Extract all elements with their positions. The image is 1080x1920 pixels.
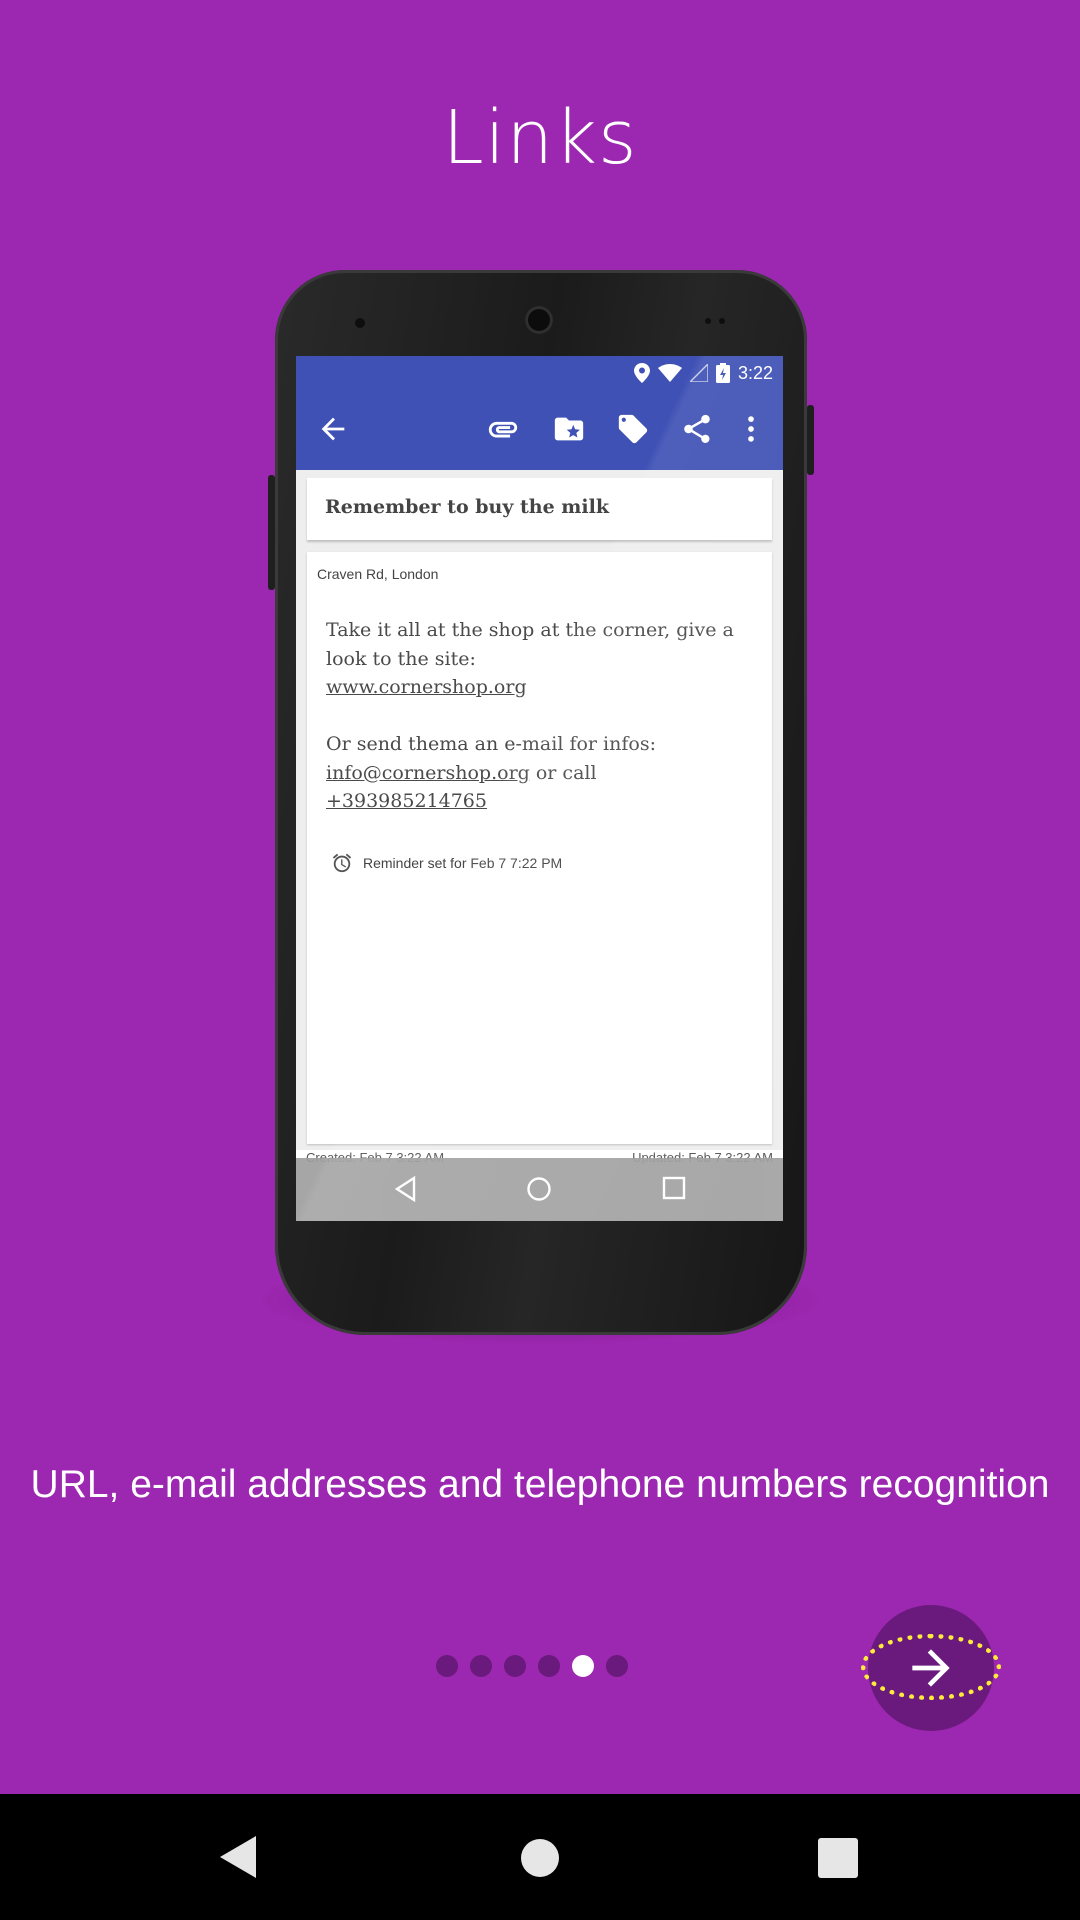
phone-back-icon[interactable] [394, 1176, 418, 1202]
page-dot[interactable] [436, 1655, 458, 1677]
note-phone-link[interactable]: +393985214765 [326, 790, 487, 812]
phone-sensor [355, 318, 365, 328]
reminder-text: Reminder set for Feb 7 7:22 PM [363, 855, 563, 871]
recents-icon[interactable] [818, 1838, 858, 1878]
phone-app-bar [296, 390, 783, 470]
back-arrow-icon[interactable] [316, 412, 350, 446]
page-dot[interactable] [504, 1655, 526, 1677]
note-title: Remember to buy the milk [325, 496, 609, 518]
phone-sensor-right-2 [719, 318, 725, 324]
arrow-forward-icon [912, 1649, 950, 1687]
system-nav-bar [0, 1794, 1080, 1920]
phone-home-icon[interactable] [526, 1176, 552, 1202]
note-body: Take it all at the shop at the corner, g… [326, 616, 766, 816]
page-indicator [436, 1655, 628, 1677]
note-body-line1: Take it all at the shop at the corner, g… [326, 619, 734, 670]
note-url-link[interactable]: www.cornershop.org [326, 676, 527, 698]
page-dot-active[interactable] [572, 1655, 594, 1677]
phone-front-camera [525, 306, 553, 334]
page-dot[interactable] [470, 1655, 492, 1677]
page-title: Links [442, 95, 638, 181]
home-icon[interactable] [520, 1838, 560, 1878]
phone-sensor-right [705, 318, 711, 324]
page-dot[interactable] [538, 1655, 560, 1677]
status-time: 3:22 [737, 362, 773, 383]
phone-mockup: 3:22 Remember to buy the milk Craven Rd,… [268, 270, 814, 1335]
more-vert-icon[interactable] [734, 412, 768, 446]
note-or-call: or call [529, 761, 597, 784]
note-reminder[interactable]: Reminder set for Feb 7 7:22 PM [331, 852, 562, 874]
note-body-line2: Or send thema an e-mail for infos: [326, 733, 656, 755]
note-location: Craven Rd, London [317, 566, 439, 582]
battery-charging-icon [715, 363, 730, 383]
phone-power-button [807, 405, 814, 475]
paperclip-icon[interactable] [486, 412, 520, 446]
tag-icon[interactable] [616, 412, 650, 446]
wifi-icon [657, 364, 682, 382]
signal-icon [689, 364, 708, 382]
note-body-card[interactable]: Craven Rd, London Take it all at the sho… [307, 552, 772, 1144]
phone-volume-button [268, 475, 275, 590]
page-caption: URL, e-mail addresses and telephone numb… [30, 1463, 1050, 1506]
phone-screen: 3:22 Remember to buy the milk Craven Rd,… [296, 356, 783, 1221]
note-email-link[interactable]: info@cornershop.org [326, 762, 530, 784]
alarm-icon [332, 853, 352, 873]
folder-star-icon[interactable] [552, 412, 586, 446]
phone-nav-bar [296, 1158, 783, 1221]
next-button[interactable] [861, 1605, 1001, 1731]
phone-status-bar: 3:22 [296, 356, 783, 390]
back-icon[interactable] [218, 1834, 258, 1880]
onboarding-screen: { "page": { "title": "Links", "caption":… [0, 0, 1080, 1920]
location-icon [633, 363, 650, 383]
share-icon[interactable] [680, 412, 714, 446]
phone-recents-icon[interactable] [662, 1176, 686, 1200]
note-title-card[interactable]: Remember to buy the milk [307, 478, 772, 540]
page-dot[interactable] [606, 1655, 628, 1677]
